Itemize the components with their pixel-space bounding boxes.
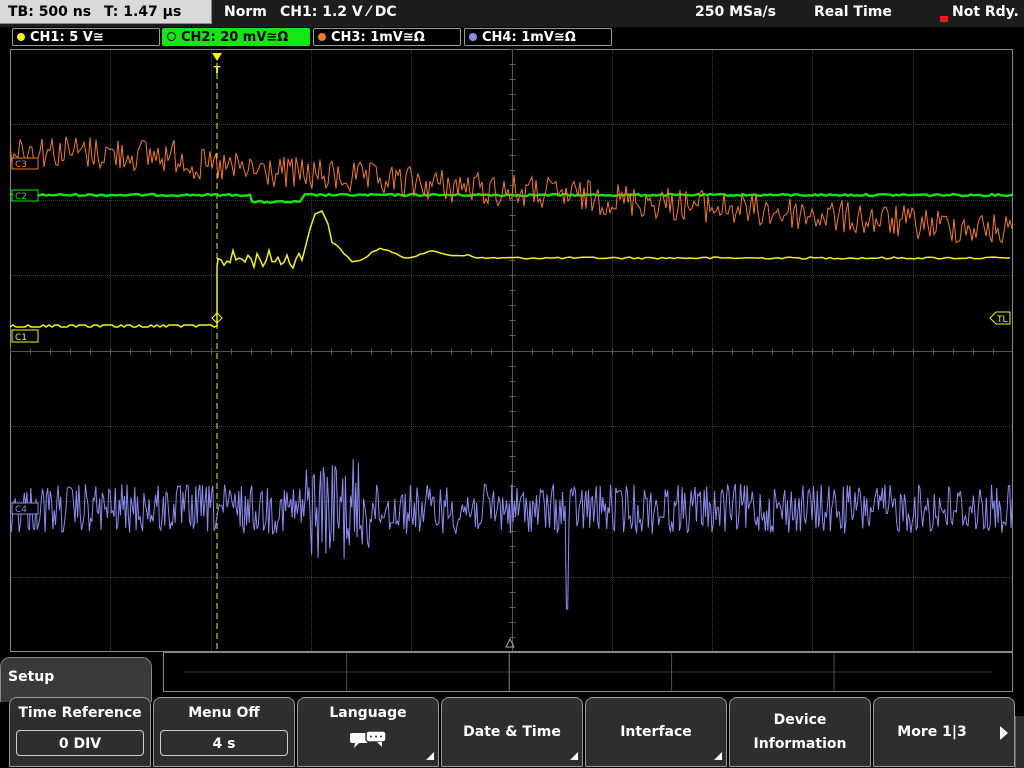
ch4-label: CH4: 1mV≅Ω	[482, 30, 576, 45]
ch1-level-marker[interactable]: C1	[11, 329, 39, 343]
ch3-dot-icon	[318, 33, 326, 41]
waveform-display[interactable]: T C1 C2 C3 C4 TL	[10, 49, 1013, 652]
device-information-label-line2: Information	[753, 736, 847, 752]
ch2-marker-label: C2	[15, 192, 27, 202]
ch4-level-marker[interactable]: C4	[11, 502, 39, 515]
channel-chip-ch4[interactable]: CH4: 1mV≅Ω	[464, 28, 612, 46]
next-page-arrow-icon	[1000, 726, 1008, 740]
timebase-box[interactable]: TB: 500 ns T: 1.47 µs	[0, 0, 212, 24]
more-label: More 1|3	[897, 724, 967, 740]
ch3-level-marker[interactable]: C3	[11, 157, 39, 170]
trigger-top-label: T	[214, 65, 221, 76]
ch3-label: CH3: 1mV≅Ω	[331, 30, 425, 45]
ch3-marker-label: C3	[15, 160, 27, 170]
timebase-value: TB: 500 ns	[8, 4, 92, 20]
menu-off-value[interactable]: 4 s	[160, 730, 288, 756]
sample-rate: 250 MSa/s	[695, 4, 777, 20]
trigger-mode[interactable]: Norm	[224, 0, 267, 24]
time-reference-softkey[interactable]: Time Reference 0 DIV	[9, 697, 151, 767]
menu-off-label: Menu Off	[188, 705, 260, 721]
channel-chip-ch3[interactable]: CH3: 1mV≅Ω	[313, 28, 461, 46]
ch2-level-marker[interactable]: C2	[11, 189, 39, 202]
ch4-dot-icon	[469, 33, 477, 41]
trigger-time-value: T: 1.47 µs	[103, 4, 182, 20]
channel-chip-ch1[interactable]: CH1: 5 V≅	[12, 28, 160, 46]
language-label: Language	[329, 705, 407, 721]
submenu-corner-icon	[570, 752, 578, 760]
time-reference-label: Time Reference	[18, 705, 142, 721]
submenu-corner-icon	[714, 752, 722, 760]
interface-label: Interface	[620, 724, 692, 740]
device-information-label-line1: Device	[773, 712, 827, 728]
trigger-level-label: TL	[996, 315, 1008, 325]
menu-info-strip	[163, 652, 1013, 692]
speech-bubble-icon	[350, 730, 387, 748]
channel-chip-ch2[interactable]: CH2: 20 mV≅Ω	[162, 28, 310, 46]
ch2-label: CH2: 20 mV≅Ω	[181, 30, 289, 45]
interface-softkey[interactable]: Interface	[585, 697, 727, 767]
trigger-info[interactable]: CH1: 1.2 V ⁄ DC	[280, 0, 397, 24]
date-time-label: Date & Time	[463, 724, 561, 740]
date-time-softkey[interactable]: Date & Time	[441, 697, 583, 767]
device-information-softkey[interactable]: Device Information	[729, 697, 871, 767]
time-reference-value[interactable]: 0 DIV	[16, 730, 144, 756]
menu-title: Setup	[8, 669, 55, 685]
ch2-dot-icon	[167, 32, 176, 41]
status-led-icon	[940, 16, 948, 22]
language-softkey[interactable]: Language	[297, 697, 439, 767]
menu-scrollbar[interactable]	[1015, 716, 1024, 768]
acquisition-mode: Real Time	[814, 4, 892, 20]
ch1-dot-icon	[17, 33, 25, 41]
acquisition-status: Not Rdy.	[952, 4, 1019, 20]
ch1-marker-label: C1	[15, 333, 27, 343]
ch4-marker-label: C4	[15, 505, 27, 515]
ch1-label: CH1: 5 V≅	[30, 30, 104, 45]
more-softkey[interactable]: More 1|3	[873, 697, 1015, 767]
menu-off-softkey[interactable]: Menu Off 4 s	[153, 697, 295, 767]
submenu-corner-icon	[426, 752, 434, 760]
